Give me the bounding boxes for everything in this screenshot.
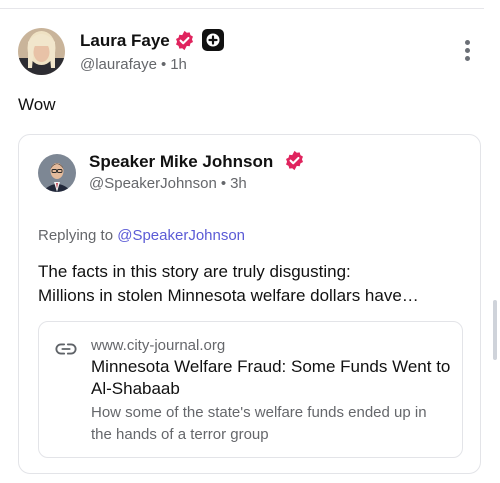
- post-text: Wow: [18, 95, 56, 114]
- post-time[interactable]: 1h: [170, 56, 187, 73]
- replying-to-handle-link[interactable]: @SpeakerJohnson: [117, 227, 245, 244]
- verified-badge-icon: [286, 150, 303, 171]
- more-vertical-icon: [464, 40, 470, 45]
- quoted-author-name[interactable]: Speaker Mike Johnson: [89, 152, 273, 172]
- quoted-author-handle[interactable]: @SpeakerJohnson: [89, 175, 217, 192]
- separator-dot: •: [160, 56, 167, 73]
- replying-to-label: Replying to: [38, 227, 114, 244]
- separator-dot: •: [220, 175, 227, 192]
- author-meta: @laurafaye • 1h: [80, 56, 187, 73]
- quoted-post-time[interactable]: 3h: [230, 175, 247, 192]
- link-preview-card[interactable]: www.city-journal.org Minnesota Welfare F…: [38, 321, 463, 458]
- quoted-post-card[interactable]: Speaker Mike Johnson @SpeakerJohnson • 3h …: [18, 134, 481, 474]
- divider: [0, 8, 484, 9]
- quoted-text-line: The facts in this story are truly disgus…: [38, 262, 351, 281]
- link-icon: [55, 343, 77, 355]
- avatar[interactable]: [18, 28, 65, 75]
- author-handle[interactable]: @laurafaye: [80, 56, 157, 73]
- more-options-button[interactable]: [460, 40, 474, 64]
- replying-to: Replying to @SpeakerJohnson: [38, 227, 245, 244]
- post-page: Laura Faye @laurafaye • 1h Wow Speaker M…: [0, 0, 500, 483]
- verified-badge-icon: [176, 30, 193, 51]
- scrollbar[interactable]: [493, 300, 497, 360]
- quoted-author-meta: @SpeakerJohnson • 3h: [89, 175, 247, 192]
- quoted-text-line: Millions in stolen Minnesota welfare dol…: [38, 286, 419, 305]
- link-title[interactable]: Minnesota Welfare Fraud: Some Funds Went…: [91, 356, 451, 400]
- author-name[interactable]: Laura Faye: [80, 31, 170, 51]
- link-description: How some of the state's welfare funds en…: [91, 404, 427, 443]
- plus-icon[interactable]: [202, 29, 224, 51]
- link-domain: www.city-journal.org: [91, 337, 226, 354]
- post-header: Laura Faye @laurafaye • 1h: [18, 28, 480, 78]
- quoted-post-text: The facts in this story are truly disgus…: [38, 260, 468, 308]
- quoted-author-avatar[interactable]: [38, 154, 76, 192]
